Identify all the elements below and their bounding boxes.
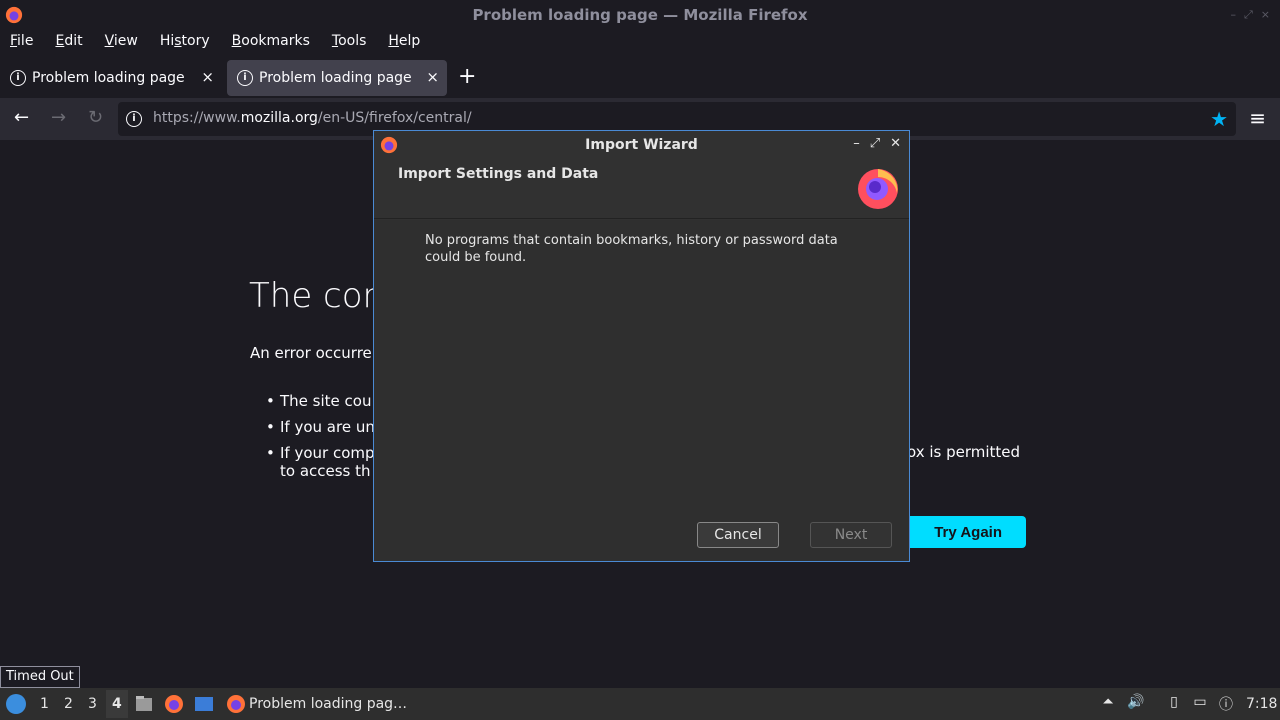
clipboard-icon[interactable]: ▯ bbox=[1164, 694, 1184, 714]
import-wizard-dialog: Import Wizard – ⤢ ✕ Import Settings and … bbox=[373, 130, 910, 562]
dialog-titlebar: Import Wizard – ⤢ ✕ bbox=[374, 131, 909, 159]
tab-close-icon[interactable]: × bbox=[426, 68, 439, 86]
desktop-icon[interactable] bbox=[194, 694, 214, 714]
notification-icon[interactable]: ⓘ bbox=[1216, 694, 1236, 714]
network-icon[interactable]: ▭ bbox=[1190, 694, 1210, 714]
taskbar: 1 2 3 4 Problem loading pag… ⏶ 🔊 ▯ ▭ ⓘ 7… bbox=[0, 688, 1280, 720]
list-item: If your compto access th bbox=[266, 444, 375, 480]
firefox-logo-icon bbox=[858, 169, 898, 209]
close-icon[interactable]: ✕ bbox=[890, 136, 901, 151]
firefox-launcher-icon[interactable] bbox=[164, 694, 184, 714]
menu-history[interactable]: History bbox=[160, 30, 210, 54]
status-tooltip: Timed Out bbox=[0, 666, 80, 688]
new-tab-button[interactable]: + bbox=[458, 64, 476, 89]
tray-arrow-icon[interactable]: ⏶ bbox=[1098, 694, 1118, 714]
menu-file[interactable]: File bbox=[10, 30, 33, 54]
tab-problem-loading-2[interactable]: i Problem loading page × bbox=[227, 60, 447, 96]
clock: 7:18 bbox=[1246, 696, 1278, 712]
next-button[interactable]: Next bbox=[810, 522, 892, 548]
dialog-controls: – ⤢ ✕ bbox=[853, 136, 901, 151]
cancel-button[interactable]: Cancel bbox=[697, 522, 779, 548]
menu-edit[interactable]: Edit bbox=[55, 30, 82, 54]
dialog-message: No programs that contain bookmarks, hist… bbox=[425, 233, 838, 265]
site-info-icon[interactable]: i bbox=[126, 111, 142, 127]
maximize-icon[interactable]: ⤢ bbox=[1244, 8, 1253, 22]
back-button[interactable]: ← bbox=[14, 107, 29, 128]
dialog-body: No programs that contain bookmarks, hist… bbox=[374, 220, 909, 561]
tab-label: Problem loading page bbox=[259, 70, 412, 86]
workspace-3[interactable]: 3 bbox=[88, 696, 97, 712]
error-title: The con bbox=[249, 276, 385, 316]
forward-button[interactable]: → bbox=[51, 107, 66, 128]
firefox-icon bbox=[227, 695, 245, 713]
list-item: The site cou bbox=[266, 392, 375, 410]
tab-strip: i Problem loading page × i Problem loadi… bbox=[0, 58, 1280, 98]
minimize-icon[interactable]: – bbox=[853, 136, 860, 151]
window-titlebar: Problem loading page — Mozilla Firefox –… bbox=[0, 0, 1280, 30]
volume-icon[interactable]: 🔊 bbox=[1126, 694, 1146, 714]
error-description: An error occurre bbox=[250, 344, 372, 362]
menu-bookmarks[interactable]: Bookmarks bbox=[232, 30, 310, 54]
url-text[interactable]: https://www.mozilla.org/en-US/firefox/ce… bbox=[153, 110, 472, 126]
dialog-header: Import Settings and Data bbox=[374, 159, 909, 219]
tab-label: Problem loading page bbox=[32, 70, 185, 86]
dialog-title: Import Wizard bbox=[585, 137, 698, 153]
tab-problem-loading-1[interactable]: i Problem loading page × bbox=[0, 60, 222, 96]
minimize-icon[interactable]: – bbox=[1230, 8, 1236, 22]
list-item: If you are un bbox=[266, 418, 375, 436]
task-label: Problem loading pag… bbox=[249, 696, 408, 712]
info-icon: i bbox=[10, 70, 26, 86]
hamburger-menu-icon[interactable]: ≡ bbox=[1249, 106, 1266, 130]
bookmark-star-icon[interactable]: ★ bbox=[1210, 107, 1228, 131]
reload-button[interactable]: ↻ bbox=[88, 107, 103, 128]
try-again-button[interactable]: Try Again bbox=[898, 516, 1026, 548]
menu-view[interactable]: View bbox=[105, 30, 138, 54]
start-menu-icon[interactable] bbox=[6, 694, 26, 714]
workspace-2[interactable]: 2 bbox=[64, 696, 73, 712]
taskbar-task-firefox[interactable]: Problem loading pag… bbox=[222, 690, 407, 718]
workspace-1[interactable]: 1 bbox=[40, 696, 49, 712]
error-suggestion-tail: ox is permitted bbox=[907, 443, 1021, 461]
window-title: Problem loading page — Mozilla Firefox bbox=[472, 6, 808, 24]
menu-tools[interactable]: Tools bbox=[332, 30, 367, 54]
close-icon[interactable]: × bbox=[1261, 8, 1270, 22]
menu-bar: File Edit View History Bookmarks Tools H… bbox=[0, 30, 1280, 54]
info-icon: i bbox=[237, 70, 253, 86]
window-controls: – ⤢ × bbox=[1230, 8, 1270, 22]
file-manager-icon[interactable] bbox=[134, 694, 154, 714]
workspace-4[interactable]: 4 bbox=[112, 696, 122, 712]
tab-close-icon[interactable]: × bbox=[201, 68, 214, 86]
menu-help[interactable]: Help bbox=[388, 30, 420, 54]
maximize-icon[interactable]: ⤢ bbox=[870, 136, 880, 151]
dialog-heading: Import Settings and Data bbox=[398, 166, 599, 182]
error-suggestions: The site cou If you are un If your compt… bbox=[266, 392, 375, 488]
